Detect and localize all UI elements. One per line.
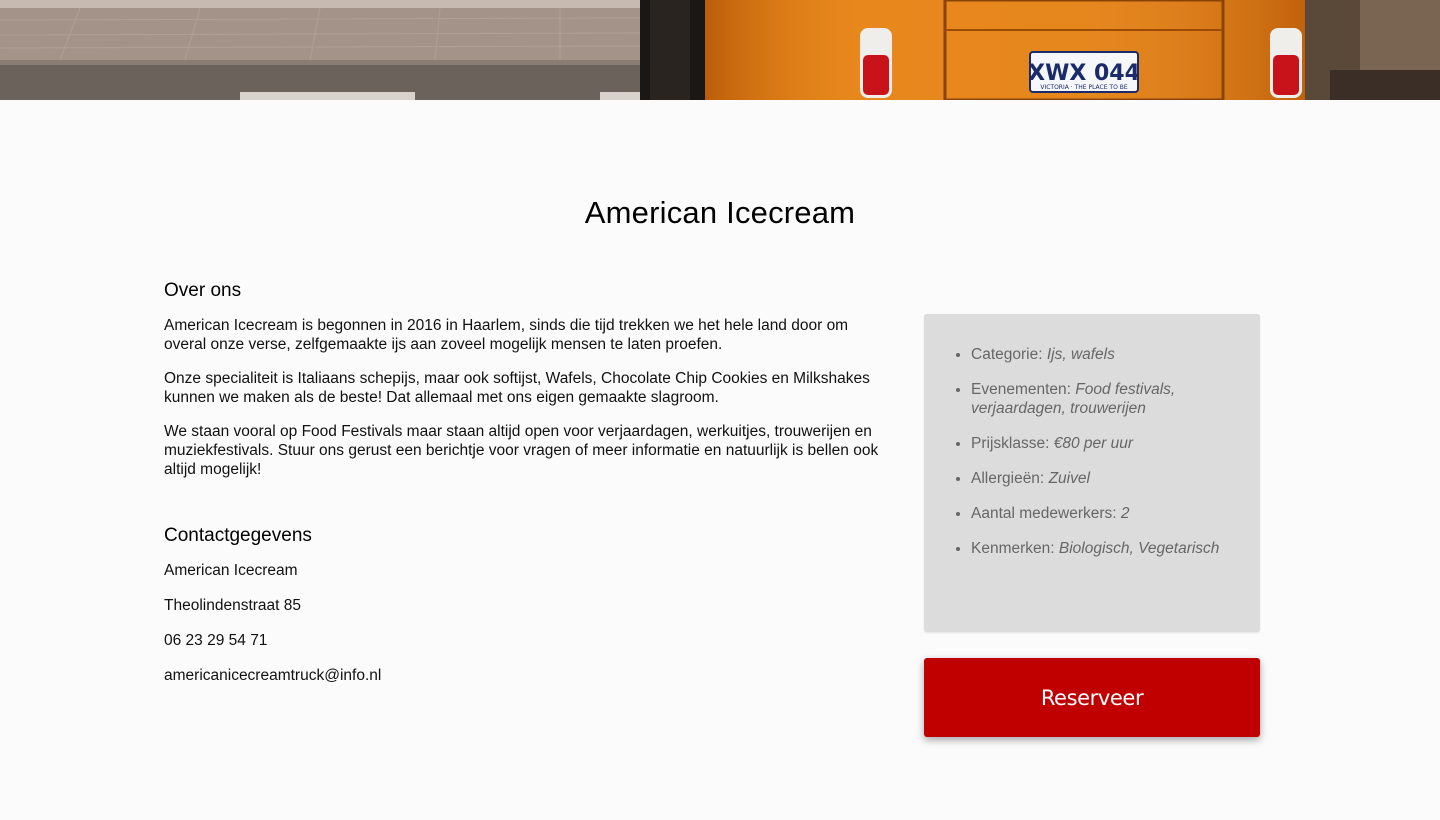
contact-phone: 06 23 29 54 71	[164, 632, 268, 649]
about-paragraph-3: We staan vooral op Food Festivals maar s…	[164, 423, 879, 478]
about-heading: Over ons	[164, 280, 242, 301]
details-list: Categorie: Ijs, wafels Evenementen: Food…	[924, 314, 1260, 558]
detail-value: Ijs, wafels	[1046, 346, 1115, 363]
hero-banner: XWX 044 VICTORIA · THE PLACE TO BE	[0, 0, 1440, 100]
detail-allergies: Allergieën: Zuivel	[971, 469, 1236, 488]
contact-address: Theolindenstraat 85	[164, 597, 302, 614]
detail-value: 2	[1120, 505, 1130, 522]
about-section: Over ons American Icecream is begonnen i…	[164, 280, 879, 701]
detail-label: Evenementen:	[971, 381, 1071, 398]
detail-category: Categorie: Ijs, wafels	[971, 345, 1236, 364]
detail-label: Aantal medewerkers:	[971, 505, 1117, 522]
detail-label: Categorie:	[971, 346, 1043, 363]
plate-subtext: VICTORIA · THE PLACE TO BE	[1040, 84, 1127, 91]
detail-label: Kenmerken:	[971, 540, 1055, 557]
detail-label: Prijsklasse:	[971, 435, 1050, 452]
page-title: American Icecream	[584, 195, 856, 230]
detail-value: €80 per uur	[1053, 435, 1133, 452]
contact-heading: Contactgegevens	[164, 525, 312, 546]
hero-image: XWX 044 VICTORIA · THE PLACE TO BE	[0, 0, 1440, 100]
main-content: American Icecream Over ons American Icec…	[0, 100, 1440, 820]
about-paragraph-1: American Icecream is begonnen in 2016 in…	[164, 317, 849, 353]
reserve-button[interactable]: Reserveer	[924, 658, 1260, 737]
detail-events: Evenementen: Food festivals, verjaardage…	[971, 380, 1236, 418]
detail-label: Allergieën:	[971, 470, 1045, 487]
detail-value: Biologisch, Vegetarisch	[1058, 540, 1220, 557]
detail-staff: Aantal medewerkers: 2	[971, 504, 1236, 523]
detail-value: Zuivel	[1048, 470, 1090, 487]
plate-text: XWX 044	[1028, 61, 1140, 86]
contact-email: americanicecreamtruck@info.nl	[164, 667, 382, 684]
detail-price: Prijsklasse: €80 per uur	[971, 434, 1236, 453]
about-paragraph-2: Onze specialiteit is Italiaans schepijs,…	[164, 370, 870, 406]
detail-features: Kenmerken: Biologisch, Vegetarisch	[971, 539, 1236, 558]
details-card: Categorie: Ijs, wafels Evenementen: Food…	[924, 314, 1260, 632]
contact-name: American Icecream	[164, 562, 298, 579]
